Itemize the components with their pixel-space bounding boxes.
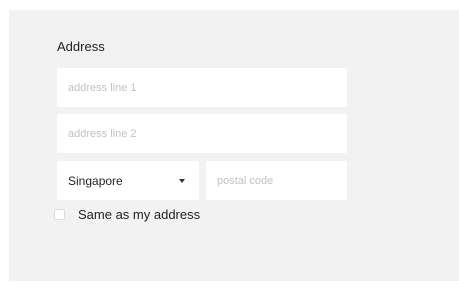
country-selected-value: Singapore [68, 174, 123, 188]
address-line-1-field[interactable] [57, 68, 347, 107]
postal-code-input[interactable] [206, 161, 347, 200]
same-as-my-address-option[interactable]: Same as my address [54, 206, 200, 223]
postal-code-field[interactable] [206, 161, 347, 200]
same-as-my-address-label: Same as my address [78, 207, 201, 222]
address-line-2-field[interactable] [57, 114, 347, 153]
same-as-my-address-checkbox[interactable] [54, 209, 65, 220]
address-form-panel: Address Singapore Same as my address [9, 10, 459, 281]
address-line-1-input[interactable] [57, 68, 347, 107]
address-line-2-input[interactable] [57, 114, 347, 153]
caret-down-icon [179, 179, 185, 183]
country-select[interactable]: Singapore [57, 161, 199, 200]
address-section-title: Address [57, 39, 105, 54]
